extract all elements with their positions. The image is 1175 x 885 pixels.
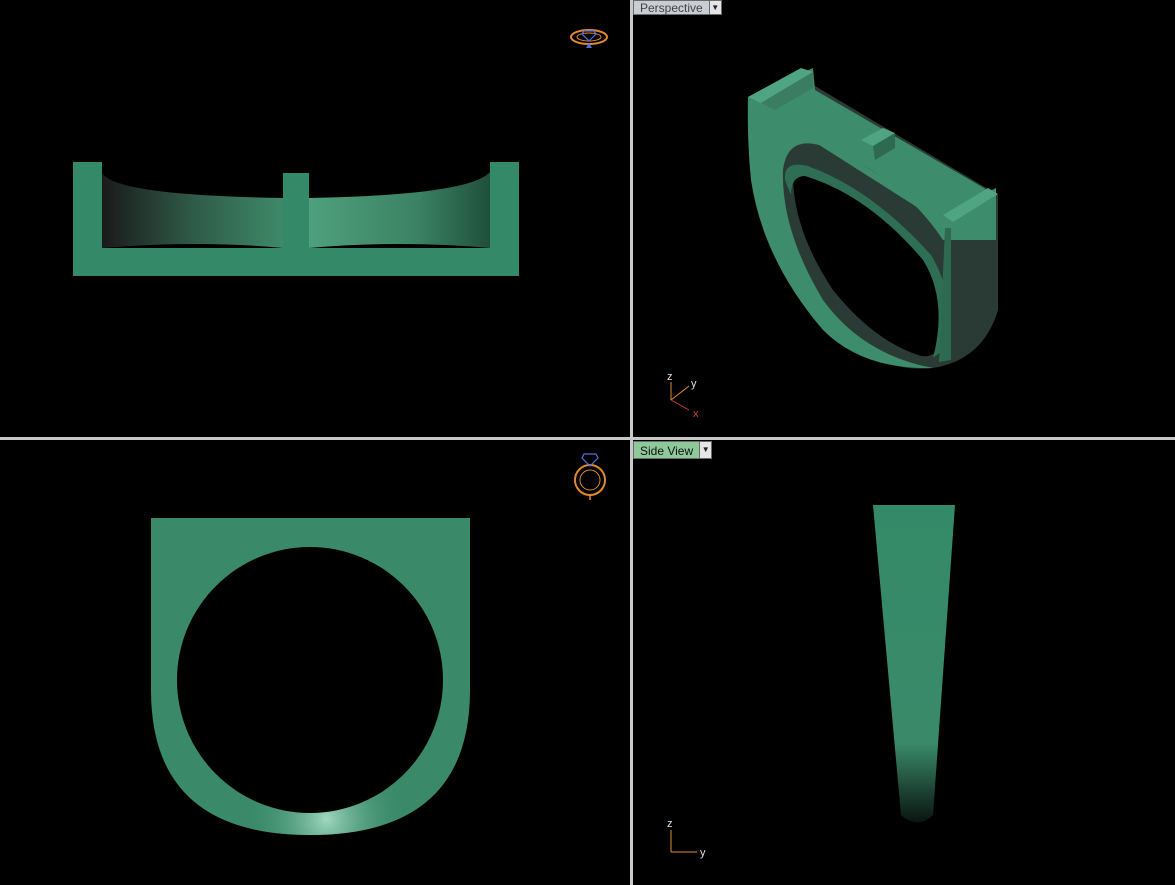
- axis-tripod-icon: z y: [667, 818, 706, 859]
- axis-y-label: y: [700, 847, 706, 859]
- ring-perspective-model: [747, 68, 998, 369]
- viewport-perspective[interactable]: z y x: [633, 0, 1175, 437]
- viewport-label-side[interactable]: Side View ▼: [633, 441, 713, 459]
- axis-tripod-icon: z y x: [667, 371, 699, 420]
- viewport-label-perspective[interactable]: Perspective ▼: [633, 0, 722, 15]
- viewport-side[interactable]: z y: [633, 440, 1175, 885]
- axis-y-label: y: [691, 378, 697, 390]
- viewport-label-text: Side View: [640, 444, 694, 458]
- viewport-divider-horizontal[interactable]: [0, 437, 1175, 440]
- ring-top-model: [73, 162, 519, 276]
- axis-z-label: z: [667, 818, 673, 830]
- ring-side-model: [873, 505, 955, 823]
- viewport-label-text: Perspective: [640, 1, 703, 15]
- ring-gizmo-icon[interactable]: [570, 29, 608, 48]
- ring-front-model: [151, 518, 470, 835]
- viewport-top[interactable]: [0, 0, 630, 437]
- axis-z-label: z: [667, 371, 673, 383]
- dropdown-arrow-icon[interactable]: ▼: [708, 1, 721, 14]
- axis-x-label: x: [693, 408, 699, 420]
- dropdown-arrow-icon[interactable]: ▼: [699, 442, 712, 458]
- ring-gizmo-icon[interactable]: [574, 453, 606, 500]
- viewport-front[interactable]: [0, 440, 630, 885]
